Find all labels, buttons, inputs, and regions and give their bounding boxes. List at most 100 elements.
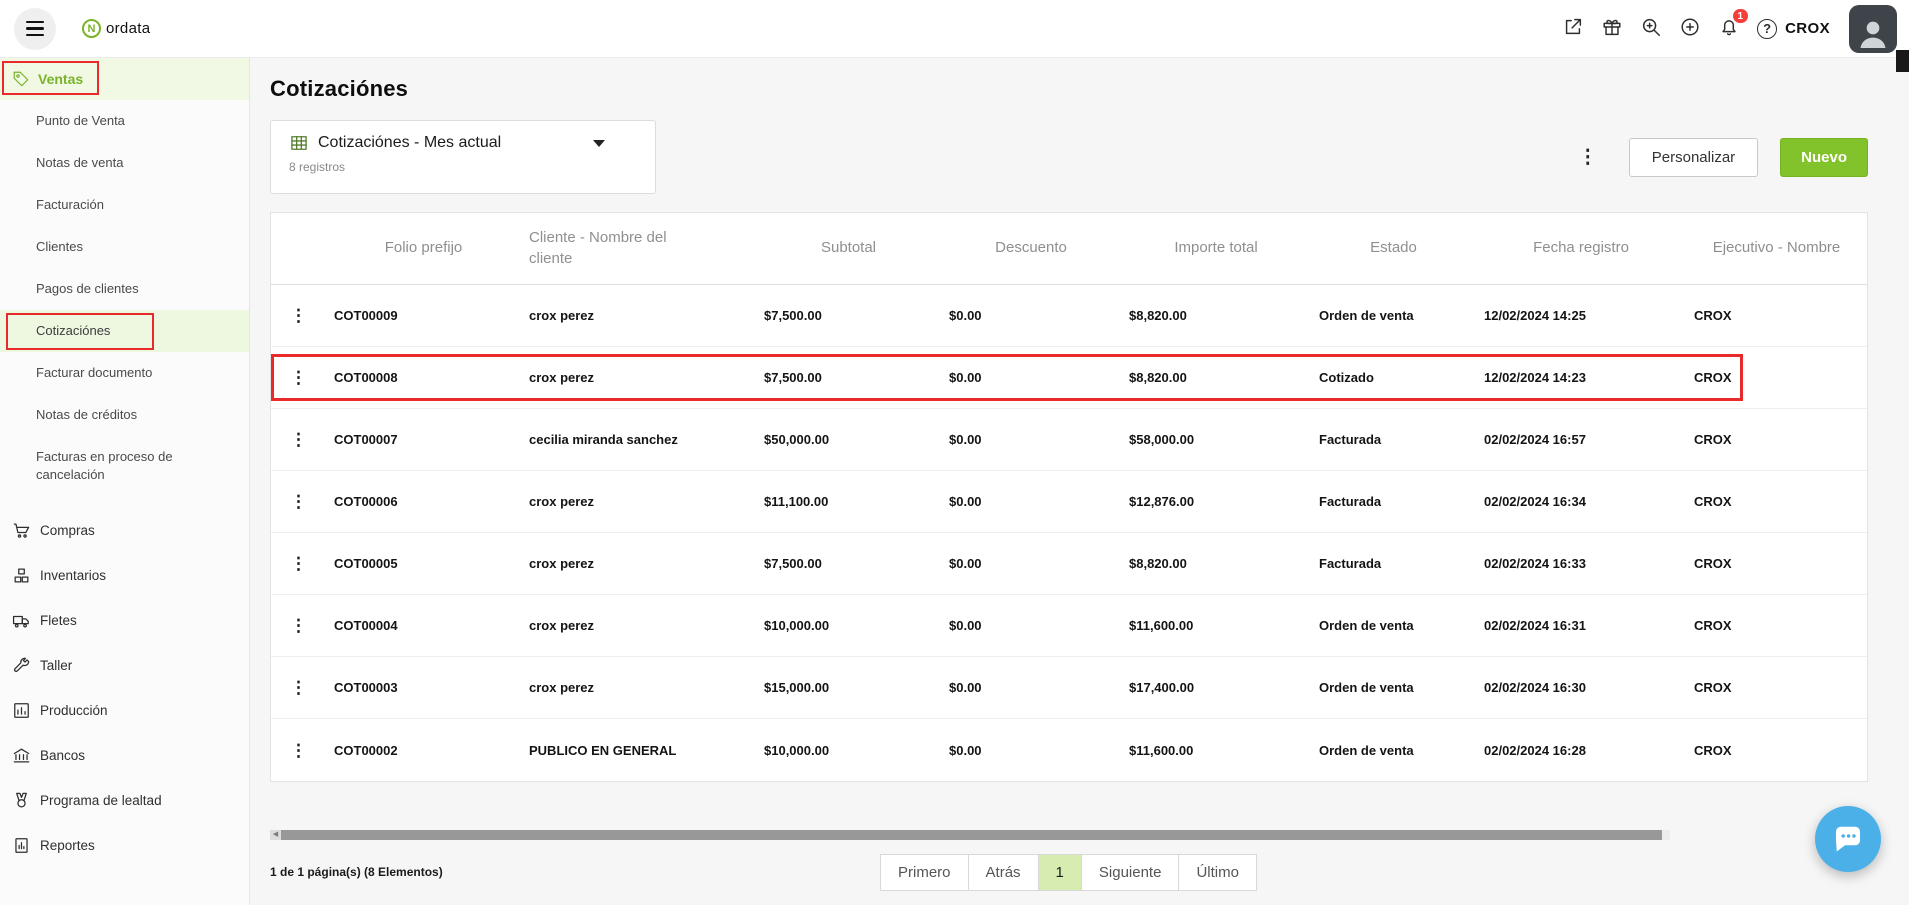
menu-button[interactable] [14,8,56,50]
cell-cliente: crox perez [521,370,756,385]
sidebar-item-partial[interactable] [0,898,249,905]
horizontal-scrollbar[interactable]: ◀ [270,830,1670,840]
page-button-atras[interactable]: Atrás [968,854,1039,891]
cell-folio: COT00006 [326,494,521,509]
cell-subtotal: $7,500.00 [756,370,941,385]
zoom-search-button[interactable] [1640,16,1662,41]
table-row[interactable]: ⋮COT00005crox perez$7,500.00$0.00$8,820.… [271,533,1867,595]
column-header-subtotal[interactable]: Subtotal [756,238,941,258]
sidebar-item-notas-de-creditos[interactable]: Notas de créditos [0,394,249,436]
view-selector[interactable]: Cotizaciónes - Mes actual 8 registros [270,120,656,194]
cell-subtotal: $7,500.00 [756,308,941,323]
help-button[interactable]: ? [1757,19,1777,39]
table-header-row: Folio prefijoCliente - Nombre del client… [271,213,1867,285]
column-header-fecha[interactable]: Fecha registro [1476,238,1686,258]
cell-descuento: $0.00 [941,618,1121,633]
cell-estado: Cotizado [1311,370,1476,385]
nuevo-button[interactable]: Nuevo [1780,138,1868,177]
column-header-folio[interactable]: Folio prefijo [326,238,521,258]
gift-button[interactable] [1601,16,1623,41]
avatar[interactable] [1849,5,1897,53]
table-row[interactable]: ⋮COT00008crox perez$7,500.00$0.00$8,820.… [271,347,1867,409]
sidebar-item-bancos[interactable]: Bancos [0,733,249,778]
sidebar-item-label: Producción [40,703,108,718]
sidebar-item-clientes[interactable]: Clientes [0,226,249,268]
boxes-icon [12,566,31,585]
sidebar-item-label: Taller [40,658,72,673]
cell-cliente: crox perez [521,308,756,323]
sidebar-item-facturacion[interactable]: Facturación [0,184,249,226]
sidebar-item-reportes[interactable]: Reportes [0,823,249,868]
row-menu-button[interactable]: ⋮ [282,491,315,512]
row-menu-button[interactable]: ⋮ [282,615,315,636]
cell-ejecutivo: CROX [1686,556,1867,571]
cell-descuento: $0.00 [941,370,1121,385]
sidebar-item-compras[interactable]: Compras [0,508,249,553]
personalizar-button[interactable]: Personalizar [1629,138,1758,177]
bank-icon [12,746,31,765]
row-menu-button[interactable]: ⋮ [282,367,315,388]
row-menu-button[interactable]: ⋮ [282,305,315,326]
cell-cliente: cecilia miranda sanchez [521,432,756,447]
cell-fecha: 02/02/2024 16:33 [1476,556,1686,571]
cell-ejecutivo: CROX [1686,680,1867,695]
bell-button[interactable]: 1 [1718,16,1740,41]
sidebar-item-taller[interactable]: Taller [0,643,249,688]
page-button-primero[interactable]: Primero [880,854,969,891]
sidebar-item-label: Clientes [36,239,83,254]
table-row[interactable]: ⋮COT00006crox perez$11,100.00$0.00$12,87… [271,471,1867,533]
table-options-button[interactable]: ⋮ [1569,138,1607,176]
add-circle-icon [1679,16,1701,38]
table-row[interactable]: ⋮COT00002PUBLICO EN GENERAL$10,000.00$0.… [271,719,1867,781]
sidebar-item-label: Punto de Venta [36,113,125,128]
add-circle-button[interactable] [1679,16,1701,41]
chat-button[interactable] [1815,806,1881,872]
sidebar-item-facturar-documento[interactable]: Facturar documento [0,352,249,394]
row-menu-button[interactable]: ⋮ [282,553,315,574]
sidebar-item-punto-de-venta[interactable]: Punto de Venta [0,100,249,142]
cell-subtotal: $50,000.00 [756,432,941,447]
page-button-siguiente[interactable]: Siguiente [1081,854,1180,891]
sidebar-item-label: Compras [40,523,95,538]
horizontal-scrollbar-thumb[interactable] [281,830,1662,840]
column-header-descuento[interactable]: Descuento [941,238,1121,258]
column-header-estado[interactable]: Estado [1311,238,1476,258]
column-header-cliente[interactable]: Cliente - Nombre del cliente [521,228,756,269]
scroll-left-arrow-icon[interactable]: ◀ [270,830,281,840]
page-button-1[interactable]: 1 [1038,854,1082,891]
brand-logo[interactable]: N ordata [82,19,150,38]
table-row[interactable]: ⋮COT00009crox perez$7,500.00$0.00$8,820.… [271,285,1867,347]
cell-importe: $58,000.00 [1121,432,1311,447]
row-menu-button[interactable]: ⋮ [282,740,315,761]
sidebar-item-pagos-de-clientes[interactable]: Pagos de clientes [0,268,249,310]
sidebar-item-facturas-en-proceso-de-cancelacion[interactable]: Facturas en proceso de cancelación [0,436,249,496]
sidebar-item-inventarios[interactable]: Inventarios [0,553,249,598]
sidebar-item-fletes[interactable]: Fletes [0,598,249,643]
sidebar-item-notas-de-venta[interactable]: Notas de venta [0,142,249,184]
sidebar-item-programa-de-lealtad[interactable]: Programa de lealtad [0,778,249,823]
sidebar-item-produccion[interactable]: Producción [0,688,249,733]
cell-subtotal: $10,000.00 [756,743,941,758]
sidebar-item-cotizaciones[interactable]: Cotizaciónes [0,310,249,352]
user-label: CROX [1785,20,1830,37]
grid-icon [289,133,309,153]
table-row[interactable]: ⋮COT00007cecilia miranda sanchez$50,000.… [271,409,1867,471]
cell-descuento: $0.00 [941,432,1121,447]
cell-fecha: 02/02/2024 16:34 [1476,494,1686,509]
table-row[interactable]: ⋮COT00004crox perez$10,000.00$0.00$11,60… [271,595,1867,657]
table-row[interactable]: ⋮COT00003crox perez$15,000.00$0.00$17,40… [271,657,1867,719]
cell-estado: Orden de venta [1311,743,1476,758]
main-content: Cotizaciónes Cotizaciónes - Mes actual 8… [250,58,1909,905]
column-header-importe[interactable]: Importe total [1121,238,1311,258]
row-menu-button[interactable]: ⋮ [282,677,315,698]
cell-importe: $11,600.00 [1121,618,1311,633]
column-header-ejecutivo[interactable]: Ejecutivo - Nombre [1686,238,1867,258]
cell-folio: COT00009 [326,308,521,323]
external-link-button[interactable] [1562,16,1584,41]
page-button-ultimo[interactable]: Último [1178,854,1257,891]
vertical-scrollbar-thumb[interactable] [1896,50,1909,72]
sidebar-item-ventas[interactable]: Ventas [0,58,249,100]
help-icon: ? [1757,19,1777,39]
cell-importe: $8,820.00 [1121,556,1311,571]
row-menu-button[interactable]: ⋮ [282,429,315,450]
